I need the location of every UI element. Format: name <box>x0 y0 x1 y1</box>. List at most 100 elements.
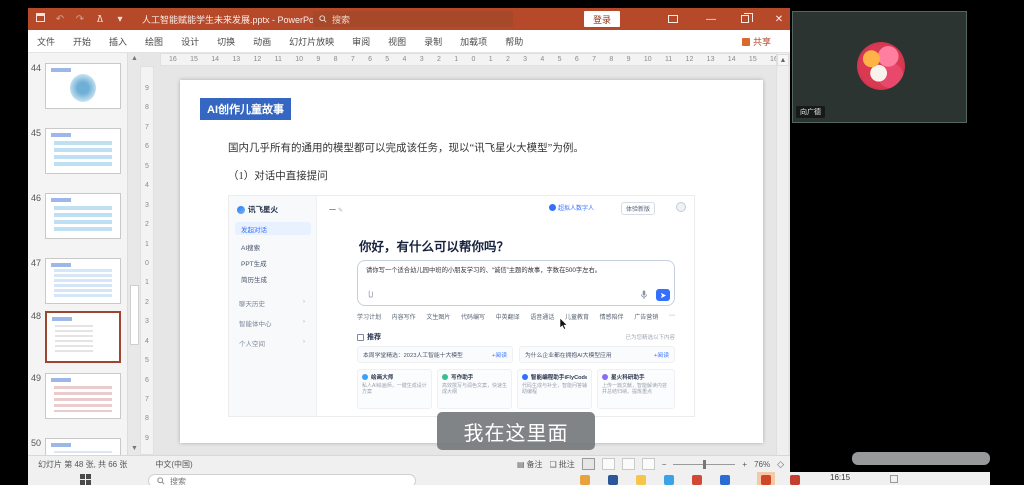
ribbon-tab[interactable]: 加载项 <box>451 35 496 48</box>
headline-link[interactable]: +阅读 <box>654 350 669 359</box>
slide-thumbnail[interactable]: 48 <box>28 309 127 367</box>
taskbar-app-icon[interactable] <box>664 475 674 485</box>
ribbon-display-options-icon[interactable] <box>658 8 688 30</box>
slide-body-text[interactable]: （1）对话中直接提问 <box>228 168 328 183</box>
category-tag[interactable]: 情感陪伴 <box>600 312 624 321</box>
new-version-button[interactable]: 体验新版 <box>621 202 656 215</box>
taskbar-app-icon[interactable] <box>692 475 702 485</box>
language-indicator[interactable]: 中文(中国) <box>155 459 192 470</box>
spark-sidebar-section[interactable]: 智能体中心 › <box>239 318 311 328</box>
slide-thumbnail[interactable]: 44 <box>28 61 127 119</box>
category-tag[interactable]: 学习计划 <box>357 312 381 321</box>
spark-chat-title[interactable]: 一 ✎ <box>329 205 343 215</box>
ribbon-tab[interactable]: 插入 <box>100 35 136 48</box>
ribbon-tab[interactable]: 幻灯片放映 <box>280 35 343 48</box>
scroll-up-icon[interactable]: ▲ <box>128 53 141 65</box>
ribbon-tab[interactable]: 切换 <box>208 35 244 48</box>
digital-human-button[interactable]: 超拟人数字人 <box>549 203 594 212</box>
zoom-slider-thumb[interactable] <box>703 459 707 469</box>
start-slideshow-icon[interactable]: 𑀐 <box>92 12 108 26</box>
category-tag[interactable]: 语音通话 <box>530 312 554 321</box>
category-tag[interactable]: 内容写作 <box>392 312 416 321</box>
mic-icon[interactable] <box>640 290 648 300</box>
slide-title[interactable]: AI创作儿童故事 <box>200 98 291 120</box>
taskbar-search[interactable]: 搜索 <box>148 474 416 485</box>
ribbon-tab[interactable]: 开始 <box>64 35 100 48</box>
ribbon-tab[interactable]: 审阅 <box>343 35 379 48</box>
taskbar-app-icon[interactable] <box>636 475 646 485</box>
minimize-icon[interactable]: — <box>696 8 726 30</box>
assistant-card[interactable]: 智能编程助手iFlyCode 代码生成与补全，智能问答辅助编程 <box>517 369 592 409</box>
spark-avatar[interactable] <box>676 202 686 212</box>
scroll-up-icon[interactable]: ▲ <box>777 54 789 66</box>
spark-sidebar-item[interactable]: 简历生成 <box>235 272 311 285</box>
save-icon[interactable] <box>32 13 48 25</box>
redo-icon[interactable]: ↷ <box>72 14 88 25</box>
spark-sidebar-section[interactable]: 个人空间 › <box>239 338 311 348</box>
paperclip-icon[interactable] <box>366 290 374 300</box>
undo-icon[interactable]: ↶ <box>52 14 68 25</box>
taskbar-powerpoint-icon[interactable] <box>761 475 771 485</box>
ribbon-tab[interactable]: 设计 <box>172 35 208 48</box>
restore-icon[interactable] <box>730 8 760 30</box>
quick-access-dropdown-icon[interactable]: ▾ <box>112 14 128 25</box>
spark-sidebar-item[interactable]: 发起对话 <box>235 222 311 235</box>
taskbar-app-icon[interactable] <box>720 475 730 485</box>
assistant-card[interactable]: 绘画大师 私人AI绘画师，一键生成设计方案 <box>357 369 432 409</box>
slide-thumbnail[interactable]: 45 <box>28 126 127 184</box>
fit-to-window-icon[interactable]: ◇ <box>777 459 784 470</box>
ribbon-tab[interactable]: 文件 <box>28 35 64 48</box>
ribbon-tab[interactable]: 绘图 <box>136 35 172 48</box>
ribbon-tab[interactable]: 录制 <box>415 35 451 48</box>
taskbar-app-icon[interactable] <box>790 475 800 485</box>
category-tag[interactable]: 代码编写 <box>461 312 485 321</box>
zoom-out-icon[interactable]: − <box>662 460 667 469</box>
taskbar-tray-icon[interactable] <box>890 475 898 483</box>
reading-view-button[interactable] <box>621 458 635 470</box>
send-button[interactable] <box>656 289 670 301</box>
category-tag[interactable]: 文生图片 <box>426 312 450 321</box>
taskbar-app-icon[interactable] <box>580 475 590 485</box>
thumbnail-scrollbar[interactable]: ▲ ▼ <box>127 53 140 455</box>
slide-thumbnail[interactable]: 50 <box>28 436 127 455</box>
assistant-card[interactable]: 写作助手 高效撰写与润色文案，快速生成大纲 <box>437 369 512 409</box>
slideshow-view-button[interactable] <box>641 458 655 470</box>
spark-sidebar-section[interactable]: 聊天历史 › <box>239 298 311 308</box>
category-tag[interactable]: 广告营销 <box>634 312 658 321</box>
category-tag[interactable]: 儿童教育 <box>565 312 589 321</box>
start-button[interactable] <box>80 474 91 485</box>
headline-card[interactable]: 为什么企业都在拥抱AI大模型应用 +阅读 <box>519 346 675 363</box>
taskbar-app-icon[interactable] <box>608 475 618 485</box>
headline-card[interactable]: 本周学堂精选：2023人工智能十大模型 +阅读 <box>357 346 513 363</box>
headline-link[interactable]: +阅读 <box>492 350 507 359</box>
ribbon-tab[interactable]: 动画 <box>244 35 280 48</box>
taskbar-clock[interactable]: 16:15 <box>830 473 850 482</box>
slide-body-text[interactable]: 国内几乎所有的通用的模型都可以完成该任务，现以“讯飞星火大模型”为例。 <box>228 140 584 155</box>
slide-thumbnail[interactable]: 47 <box>28 256 127 314</box>
slide-thumbnail[interactable]: 49 <box>28 371 127 429</box>
ruler-tick: 0 <box>471 56 476 63</box>
spark-prompt-input[interactable]: 请你写一个适合幼儿园中班的小朋友学习的、“诚信”主题的故事，字数在500字左右。 <box>357 260 675 306</box>
ribbon-tab[interactable]: 视图 <box>379 35 415 48</box>
search-box[interactable]: 搜索 <box>313 11 513 27</box>
zoom-level[interactable]: 76% <box>754 460 770 469</box>
category-tag[interactable]: 中英翻译 <box>496 312 520 321</box>
normal-view-button[interactable] <box>581 458 595 470</box>
editor-scrollbar[interactable]: ▲ <box>776 53 789 455</box>
slide-thumbnail[interactable]: 46 <box>28 191 127 249</box>
spark-sidebar-item[interactable]: AI搜索 <box>235 240 311 253</box>
close-icon[interactable]: ✕ <box>764 8 794 30</box>
notes-button[interactable]: ▤ 备注 <box>517 459 543 470</box>
assistant-card[interactable]: 星火科研助手 上传一篇文献，智能解读内容并总结归纳、提炼重点 <box>597 369 675 409</box>
category-tag[interactable]: ⋯ <box>669 312 675 321</box>
login-button[interactable]: 登录 <box>584 11 620 27</box>
zoom-in-icon[interactable]: + <box>742 460 747 469</box>
share-button[interactable]: 共享 <box>742 30 771 53</box>
slide-number: 49 <box>31 373 42 383</box>
ribbon-tab[interactable]: 帮助 <box>496 35 532 48</box>
slide-sorter-view-button[interactable] <box>601 458 615 470</box>
zoom-slider[interactable] <box>673 459 736 469</box>
comments-button[interactable]: ❑ 批注 <box>550 459 575 470</box>
scrollbar-thumb[interactable] <box>130 285 139 345</box>
spark-sidebar-item[interactable]: PPT生成 <box>235 256 311 269</box>
